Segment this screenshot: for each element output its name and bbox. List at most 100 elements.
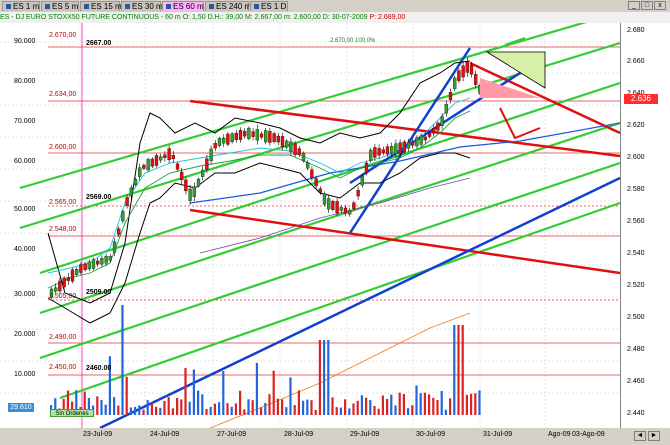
- volume-scale-label: 10.000: [14, 371, 36, 378]
- volume-value-badge: 29.610: [8, 403, 34, 412]
- volume-bar: [474, 393, 477, 415]
- volume-bar: [331, 397, 334, 415]
- candle: [268, 131, 272, 143]
- candle: [301, 152, 306, 162]
- candle: [196, 178, 201, 187]
- candle: [133, 179, 138, 185]
- volume-bar: [222, 371, 225, 415]
- price-scale-label: 2.540: [627, 250, 645, 257]
- volume-bar: [230, 406, 233, 415]
- volume-bar: [134, 406, 137, 415]
- price-chart-area[interactable]: 2.670,00 2.634,00 2.600,00 2.565,00 2.54…: [0, 23, 620, 428]
- volume-bar: [407, 408, 410, 415]
- candle: [356, 190, 360, 197]
- time-axis[interactable]: 23-Jul-09 24-Jul-09 27-Jul-09 28-Jul-09 …: [0, 428, 670, 445]
- volume-bar: [478, 390, 481, 415]
- price-scale-label: 2.620: [627, 122, 645, 129]
- price-scale-label: 2.560: [627, 218, 645, 225]
- candle: [411, 141, 415, 146]
- volume-bar: [323, 340, 326, 415]
- volume-bar: [360, 395, 363, 415]
- instrument-name: ES - DJ EURO STOXX50 FUTURE CONTINUOUS -…: [0, 14, 181, 21]
- candle: [209, 148, 213, 161]
- volume-bar: [243, 409, 246, 415]
- candle: [327, 198, 331, 210]
- candle: [117, 228, 121, 235]
- candle: [322, 193, 327, 205]
- orders-badge[interactable]: Sin Ordenes: [50, 409, 94, 417]
- tab-label: ES 30 m: [132, 2, 163, 11]
- candle: [457, 70, 461, 81]
- candle: [58, 280, 62, 292]
- tab-label: ES 60 m: [173, 2, 204, 11]
- scroll-right-button[interactable]: ►: [648, 431, 660, 441]
- volume-bar: [293, 405, 296, 415]
- red-channel-lines: [189, 61, 620, 275]
- candle: [226, 133, 230, 145]
- candle: [188, 188, 192, 201]
- volume-bar: [352, 403, 355, 415]
- candle: [243, 130, 247, 137]
- level-label: 2.505,00: [49, 293, 77, 300]
- volume-bar: [155, 406, 158, 415]
- candle: [255, 129, 259, 141]
- volume-bar: [117, 405, 120, 415]
- candle: [352, 202, 356, 209]
- volume-bar: [432, 397, 435, 415]
- maximize-button[interactable]: □: [641, 1, 653, 10]
- volume-bar: [436, 400, 439, 415]
- volume-bar: [239, 390, 242, 415]
- volume-bar: [440, 391, 443, 415]
- candle: [213, 143, 217, 149]
- volume-bar: [234, 403, 237, 415]
- tab-es-1m[interactable]: ES 1 m: [2, 1, 40, 11]
- candle: [129, 187, 133, 197]
- volume-bar: [184, 367, 187, 415]
- candle: [150, 158, 154, 167]
- candle: [112, 241, 117, 253]
- candle: [175, 163, 180, 170]
- volume-bar: [339, 407, 342, 415]
- target-triangle-green: [485, 51, 546, 89]
- volume-bar: [251, 400, 254, 415]
- volume-scale-label: 90.000: [14, 38, 36, 45]
- level-label: 2.565,00: [49, 199, 77, 206]
- volume-bar: [171, 408, 174, 415]
- chart-icon: [209, 4, 214, 10]
- close-button[interactable]: x: [654, 1, 666, 10]
- tab-es-60m[interactable]: ES 60 m: [162, 1, 204, 11]
- volume-bar: [113, 397, 116, 415]
- level-label-bold: 2667.00: [86, 40, 112, 47]
- price-scale-label: 2.500: [627, 314, 645, 321]
- price-scale-label: 2.520: [627, 282, 645, 289]
- candle: [432, 128, 436, 134]
- level-label-bold: 2509.00: [86, 289, 112, 296]
- candle: [461, 65, 465, 78]
- tab-es-5m[interactable]: ES 5 m: [41, 1, 79, 11]
- volume-bar: [167, 397, 170, 415]
- date-label: 03-Ago-09: [572, 431, 605, 438]
- price-scale-label: 2.460: [627, 378, 645, 385]
- tab-es-1d[interactable]: ES 1 D: [250, 1, 288, 11]
- scroll-left-button[interactable]: ◄: [634, 431, 646, 441]
- level-label-bold: 2460.00: [86, 365, 112, 372]
- minimize-button[interactable]: _: [628, 1, 640, 10]
- tab-es-15m[interactable]: ES 15 m: [80, 1, 122, 11]
- chart-icon: [254, 4, 259, 10]
- tab-es-30m[interactable]: ES 30 m: [121, 1, 163, 11]
- date-label: 24-Jul-09: [150, 431, 180, 438]
- price-scale[interactable]: 2.680 2.660 2.640 2.620 2.600 2.580 2.56…: [620, 23, 670, 428]
- candle: [314, 178, 318, 187]
- candle: [318, 188, 322, 193]
- volume-bar: [142, 409, 145, 415]
- volume-bar: [201, 394, 204, 415]
- volume-bar: [344, 399, 347, 415]
- candle: [348, 210, 352, 215]
- candle: [310, 169, 314, 179]
- tab-label: ES 15 m: [91, 2, 122, 11]
- candle: [390, 146, 394, 154]
- volume-scale-label: 20.000: [14, 331, 36, 338]
- tab-es-240m[interactable]: ES 240 m: [205, 1, 251, 11]
- candle: [66, 277, 70, 281]
- candle: [377, 148, 381, 156]
